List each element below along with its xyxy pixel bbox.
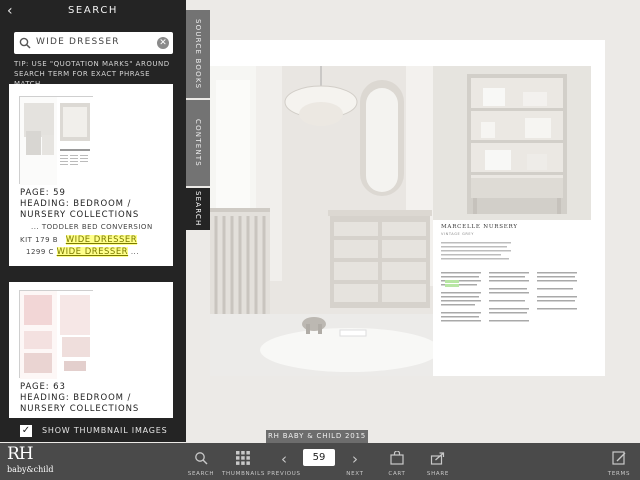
highlighted-match: WIDE DRESSER [56,247,129,257]
tab-contents[interactable]: CONTENTS [186,100,210,186]
search-icon [19,37,31,49]
result-snippet: 1299 C WIDE DRESSER ... [26,247,139,257]
cart-button[interactable]: CART [384,443,410,480]
search-panel: ‹ SEARCH WIDE DRESSER ✕ TIP: USE "QUOTAT… [0,0,186,442]
highlighted-match: WIDE DRESSER [65,235,138,245]
product-title: MARCELLE NURSERY [441,224,518,230]
search-result[interactable]: PAGE: 63 HEADING: BEDROOM / NURSERY COLL… [9,282,173,418]
brand-logo[interactable]: RH baby&child [7,444,54,474]
snippet-text: ... [130,248,140,256]
result-thumbnail[interactable] [19,290,94,379]
catalog-page-right[interactable]: MARCELLE NURSERY VINTAGE GREY [433,40,605,376]
chapter-label: RH BABY & CHILD 2015 [266,430,368,443]
terms-icon [612,451,626,465]
result-snippet: KIT 179 B WIDE DRESSER [20,235,138,245]
thumbnails-button[interactable]: THUMBNAILS [222,443,264,480]
cart-button-label: CART [388,471,406,477]
result-heading: HEADING: BEDROOM / NURSERY COLLECTIONS [20,199,140,220]
next-button[interactable]: › NEXT [342,443,368,480]
share-button[interactable]: SHARE [424,443,452,480]
bookcase-photo [433,66,591,220]
next-button-label: NEXT [346,471,364,477]
product-text-block [441,242,577,322]
terms-button[interactable]: TERMS [604,443,634,480]
chevron-left-icon: ‹ [281,450,287,468]
result-page: PAGE: 63 [20,382,66,392]
cart-icon [390,451,404,465]
chevron-right-icon: › [352,450,358,468]
share-button-label: SHARE [426,471,450,477]
page-number-field[interactable]: 59 [303,449,335,466]
product-subtitle: VINTAGE GREY [441,232,474,236]
tab-source-books[interactable]: SOURCE BOOKS [186,10,210,98]
result-snippet: ... TODDLER BED CONVERSION [31,223,153,231]
bottom-toolbar: RH baby&child SEARCH THUMBNAILS ‹ PREVIO… [0,443,640,480]
search-button[interactable]: SEARCH [186,443,216,480]
catalog-page-left[interactable] [210,40,440,376]
clear-search-icon[interactable]: ✕ [157,37,169,49]
result-heading: HEADING: BEDROOM / NURSERY COLLECTIONS [20,393,140,414]
snippet-text: KIT 179 B [20,236,59,244]
tab-label: SOURCE BOOKS [194,18,202,90]
panel-title: SEARCH [67,5,119,16]
search-input-value: WIDE DRESSER [36,37,120,47]
checkbox[interactable]: ✓ [20,425,32,437]
brand-sub: baby&child [7,465,54,474]
result-thumbnail[interactable] [19,96,94,185]
tab-label: SEARCH [194,191,202,227]
brand-mark: RH [7,444,34,464]
tab-search[interactable]: SEARCH [186,188,210,230]
search-icon [195,452,208,465]
search-result[interactable]: PAGE: 59 HEADING: BEDROOM / NURSERY COLL… [9,84,173,266]
tab-label: CONTENTS [194,119,202,167]
terms-button-label: TERMS [607,471,631,477]
show-thumbnails-label: SHOW THUMBNAIL IMAGES [42,426,168,435]
grid-icon [236,451,250,465]
thumbnails-button-label: THUMBNAILS [222,471,266,477]
share-icon [430,452,445,465]
nursery-photo [210,40,440,376]
result-page: PAGE: 59 [20,188,66,198]
search-input[interactable]: WIDE DRESSER ✕ [14,32,173,54]
previous-button-label: PREVIOUS [267,471,301,477]
show-thumbnails-toggle[interactable]: ✓ SHOW THUMBNAIL IMAGES [0,420,186,442]
snippet-text: 1299 C [26,248,54,256]
search-button-label: SEARCH [187,471,215,477]
previous-button[interactable]: ‹ PREVIOUS [266,443,302,480]
